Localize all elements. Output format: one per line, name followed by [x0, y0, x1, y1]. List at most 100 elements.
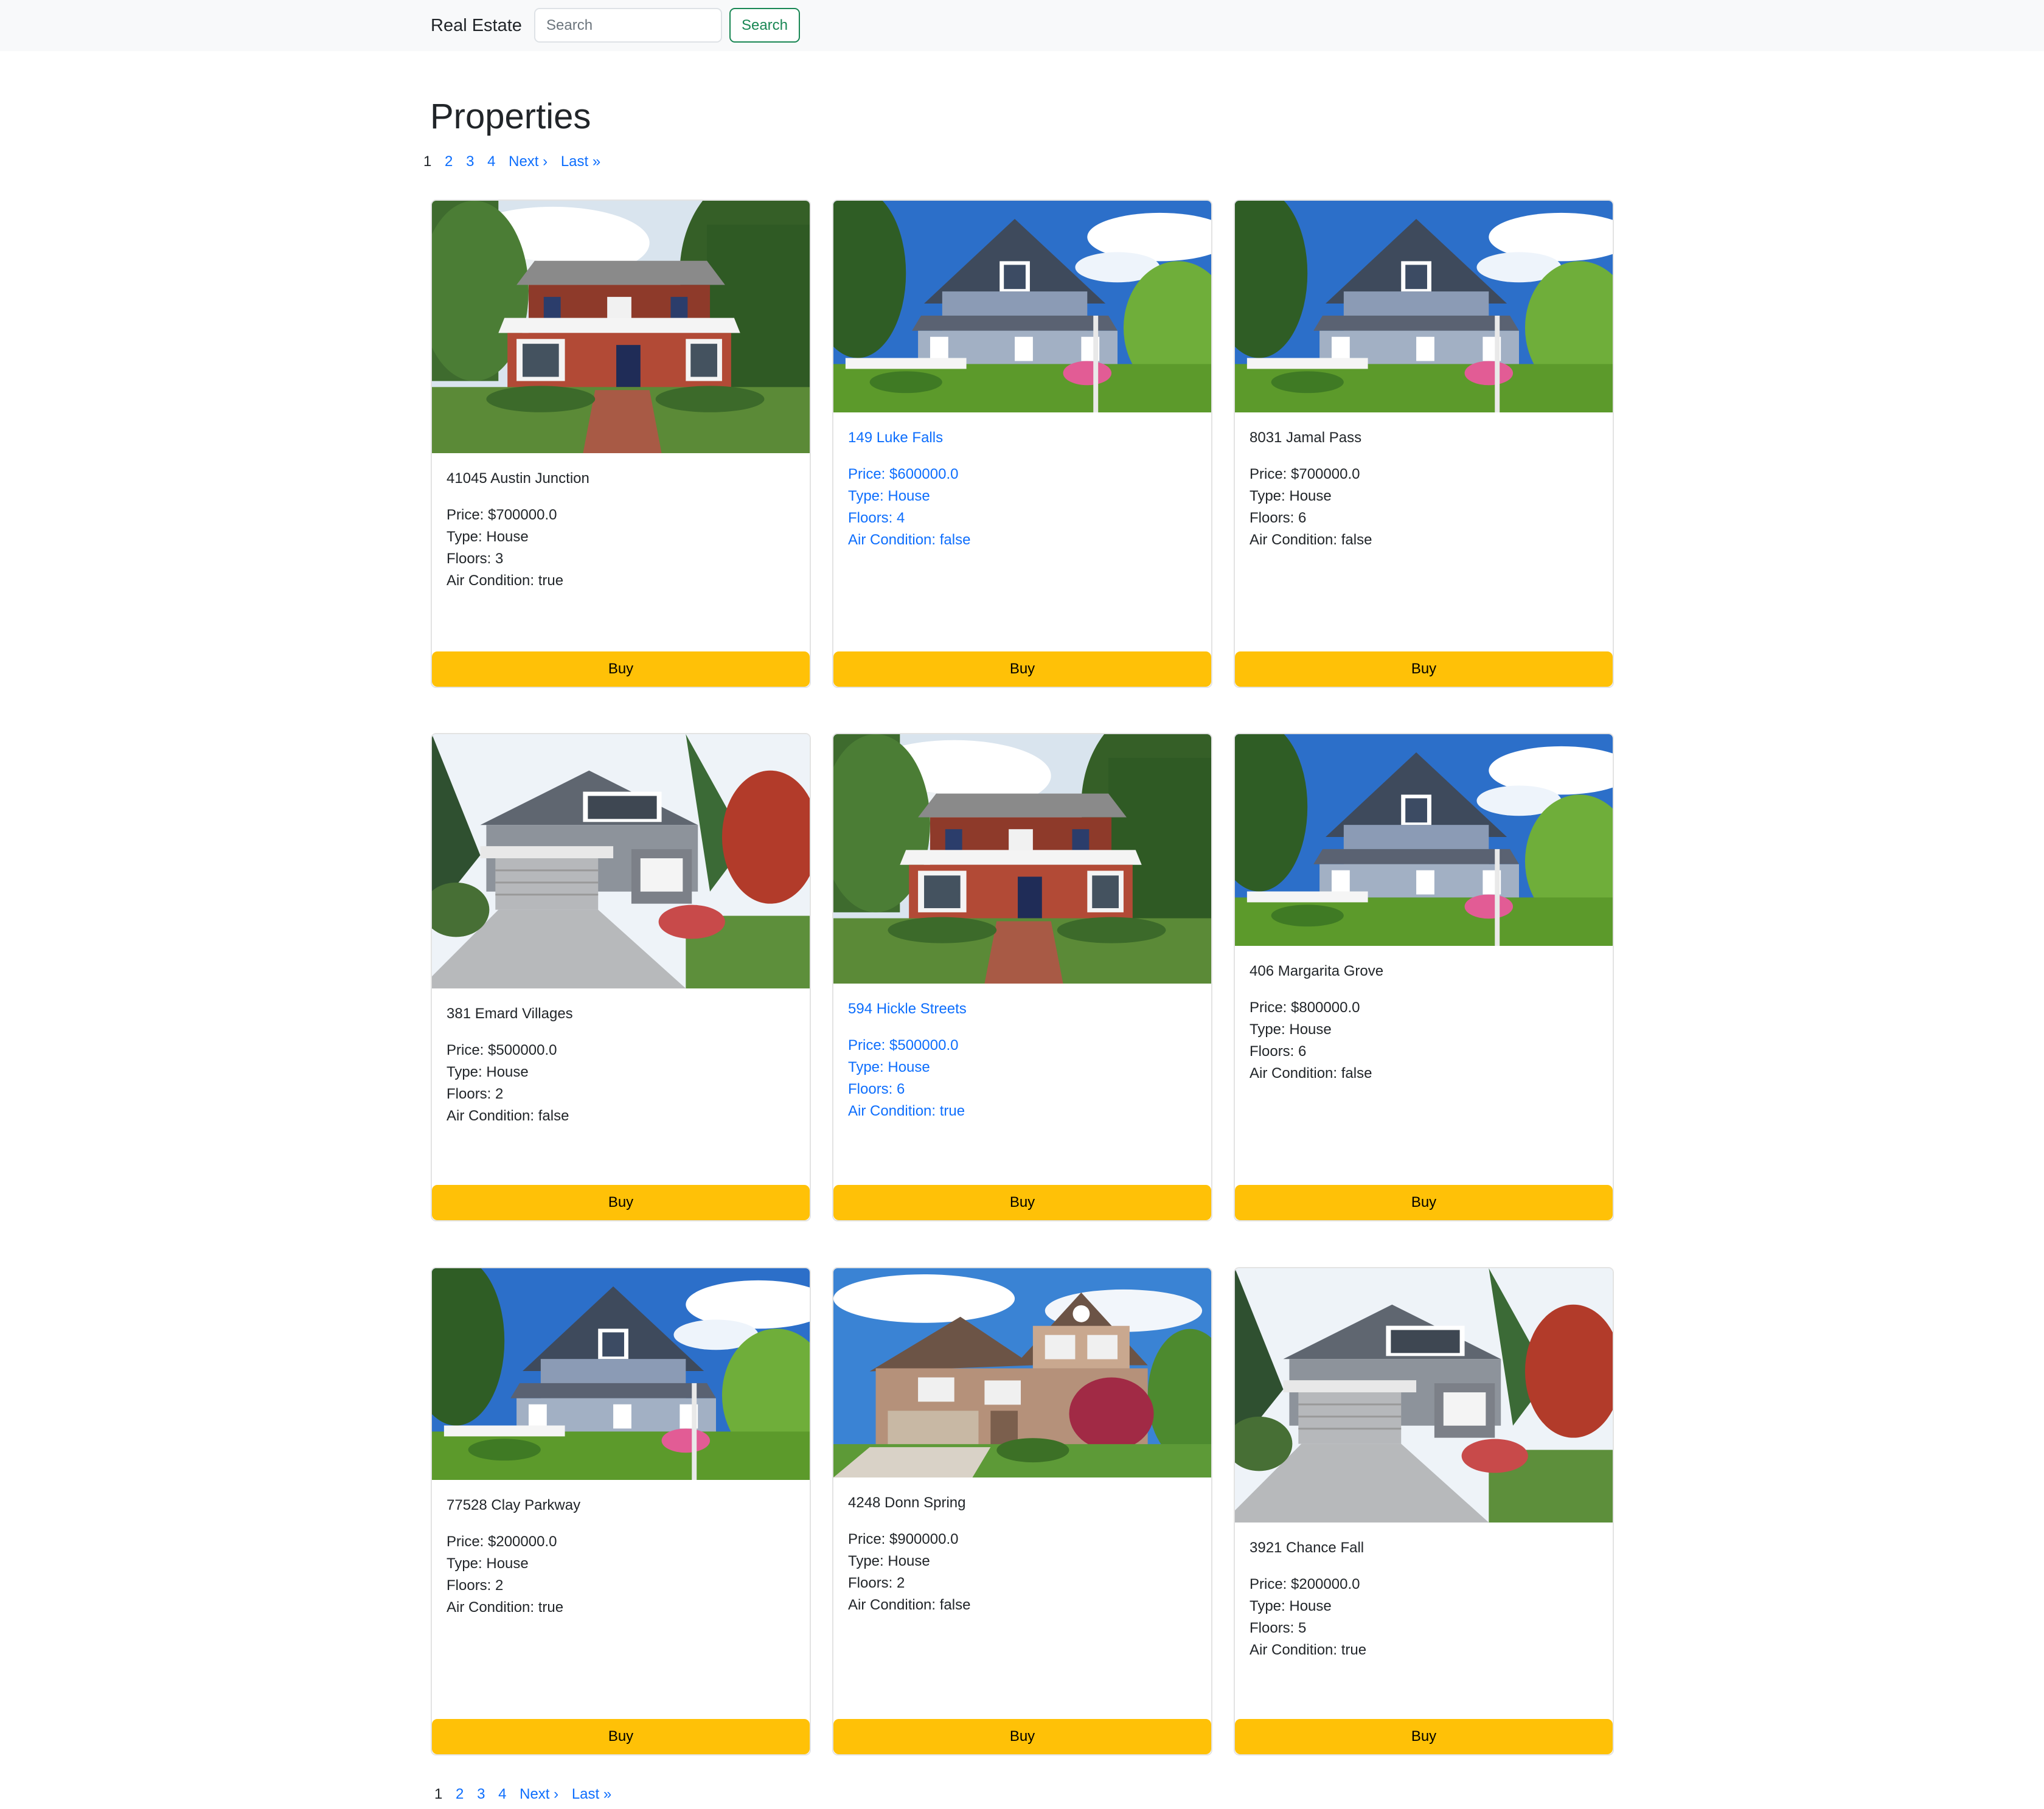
property-type: Type: House [447, 1064, 529, 1080]
buy-button[interactable]: Buy [833, 1719, 1211, 1754]
pagination-page-4[interactable]: 4 [498, 1786, 506, 1802]
property-image [833, 734, 1211, 984]
page-title: Properties [430, 97, 591, 136]
property-address: 406 Margarita Grove [1250, 963, 1384, 979]
property-floors: Floors: 2 [848, 1575, 905, 1591]
property-image [432, 734, 810, 988]
pagination-page-4[interactable]: 4 [487, 153, 495, 170]
property-image [1235, 734, 1613, 946]
property-card[interactable]: 594 Hickle Streets Price: $500000.0 Type: … [832, 733, 1212, 1221]
property-card: 3921 Chance Fall Price: $200000.0 Type: Ho… [1234, 1267, 1614, 1755]
pagination-top: 1 2 3 4 Next › Last » [423, 151, 610, 172]
property-details: 4248 Donn Spring Price: $900000.0 Type: Ho… [848, 1492, 1197, 1616]
property-card: 4248 Donn Spring Price: $900000.0 Type: Ho… [832, 1267, 1212, 1755]
property-floors: Floors: 6 [1250, 510, 1307, 526]
buy-button[interactable]: Buy [833, 651, 1211, 687]
pagination-page-2[interactable]: 2 [445, 153, 453, 170]
property-price: Price: $200000.0 [447, 1533, 557, 1550]
property-floors: Floors: 6 [1250, 1043, 1307, 1060]
property-air-condition: Air Condition: true [447, 572, 564, 589]
property-address: 594 Hickle Streets [848, 1001, 967, 1017]
pagination-next[interactable]: Next › [509, 153, 548, 170]
pagination-next[interactable]: Next › [520, 1786, 558, 1802]
property-price: Price: $500000.0 [447, 1042, 557, 1058]
property-air-condition: Air Condition: false [447, 1108, 569, 1124]
property-card: 381 Emard Villages Price: $500000.0 Type: … [431, 733, 811, 1221]
pagination-current: 1 [434, 1786, 443, 1802]
property-details: 41045 Austin Junction Price: $700000.0 Typ… [447, 468, 795, 592]
property-image [1235, 201, 1613, 412]
property-card[interactable]: 149 Luke Falls Price: $600000.0 Type: Hous… [832, 200, 1212, 688]
pagination-page-2[interactable]: 2 [456, 1786, 464, 1802]
property-air-condition: Air Condition: false [848, 1597, 971, 1613]
pagination-last[interactable]: Last » [561, 153, 600, 170]
buy-button[interactable]: Buy [432, 651, 810, 687]
property-type: Type: House [1250, 488, 1332, 504]
property-type: Type: House [1250, 1021, 1332, 1038]
property-price: Price: $600000.0 [848, 466, 959, 482]
property-air-condition: Air Condition: false [1250, 532, 1372, 548]
property-details: 3921 Chance Fall Price: $200000.0 Type: Ho… [1250, 1537, 1598, 1661]
property-type: Type: House [848, 1553, 930, 1569]
property-price: Price: $500000.0 [848, 1037, 959, 1054]
buy-button[interactable]: Buy [432, 1185, 810, 1220]
property-type: Type: House [447, 1555, 529, 1572]
property-card: 8031 Jamal Pass Price: $700000.0 Type: Hou… [1234, 200, 1614, 688]
property-address: 4248 Donn Spring [848, 1495, 966, 1511]
property-details: 77528 Clay Parkway Price: $200000.0 Type: … [447, 1495, 795, 1619]
property-details: 406 Margarita Grove Price: $800000.0 Type:… [1250, 960, 1598, 1085]
property-image [432, 201, 810, 453]
buy-button[interactable]: Buy [833, 1185, 1211, 1220]
property-card: 77528 Clay Parkway Price: $200000.0 Type: … [431, 1267, 811, 1755]
property-price: Price: $800000.0 [1250, 999, 1360, 1016]
property-air-condition: Air Condition: false [848, 532, 971, 548]
property-details: 149 Luke Falls Price: $600000.0 Type: Hous… [848, 427, 1197, 551]
property-details: 381 Emard Villages Price: $500000.0 Type: … [447, 1003, 795, 1127]
property-floors: Floors: 4 [848, 510, 905, 526]
pagination-bottom: 1 2 3 4 Next › Last » [434, 1784, 620, 1805]
property-address: 149 Luke Falls [848, 429, 944, 446]
property-image [833, 1268, 1211, 1477]
property-details: 8031 Jamal Pass Price: $700000.0 Type: Hou… [1250, 427, 1598, 551]
property-air-condition: Air Condition: true [848, 1103, 965, 1119]
property-floors: Floors: 5 [1250, 1620, 1307, 1636]
property-price: Price: $200000.0 [1250, 1576, 1360, 1592]
pagination-current: 1 [423, 153, 432, 170]
property-floors: Floors: 2 [447, 1577, 504, 1594]
buy-button[interactable]: Buy [1235, 1185, 1613, 1220]
property-address: 3921 Chance Fall [1250, 1540, 1364, 1556]
buy-button[interactable]: Buy [432, 1719, 810, 1754]
property-type: Type: House [848, 488, 930, 504]
property-image [1235, 1268, 1613, 1523]
property-address: 77528 Clay Parkway [447, 1497, 581, 1513]
property-type: Type: House [848, 1059, 930, 1075]
property-address: 381 Emard Villages [447, 1005, 573, 1022]
property-floors: Floors: 6 [848, 1081, 905, 1097]
property-air-condition: Air Condition: false [1250, 1065, 1372, 1082]
property-air-condition: Air Condition: true [1250, 1642, 1367, 1658]
property-price: Price: $700000.0 [1250, 466, 1360, 482]
property-type: Type: House [1250, 1598, 1332, 1614]
pagination-page-3[interactable]: 3 [466, 153, 474, 170]
brand-link[interactable]: Real Estate [431, 15, 522, 36]
buy-button[interactable]: Buy [1235, 1719, 1613, 1754]
buy-button[interactable]: Buy [1235, 651, 1613, 687]
property-price: Price: $700000.0 [447, 507, 557, 523]
property-address: 41045 Austin Junction [447, 470, 589, 487]
property-price: Price: $900000.0 [848, 1531, 959, 1547]
property-image [833, 201, 1211, 412]
search-input[interactable] [534, 8, 722, 43]
property-details: 594 Hickle Streets Price: $500000.0 Type: … [848, 998, 1197, 1122]
property-floors: Floors: 3 [447, 550, 504, 567]
property-type: Type: House [447, 529, 529, 545]
navbar: Real Estate Search [0, 0, 2044, 51]
property-air-condition: Air Condition: true [447, 1599, 564, 1616]
property-address: 8031 Jamal Pass [1250, 429, 1362, 446]
pagination-last[interactable]: Last » [572, 1786, 611, 1802]
pagination-page-3[interactable]: 3 [477, 1786, 485, 1802]
property-card: 406 Margarita Grove Price: $800000.0 Type:… [1234, 733, 1614, 1221]
property-card: 41045 Austin Junction Price: $700000.0 Typ… [431, 200, 811, 688]
property-floors: Floors: 2 [447, 1086, 504, 1102]
search-button[interactable]: Search [729, 8, 800, 43]
property-image [432, 1268, 810, 1480]
